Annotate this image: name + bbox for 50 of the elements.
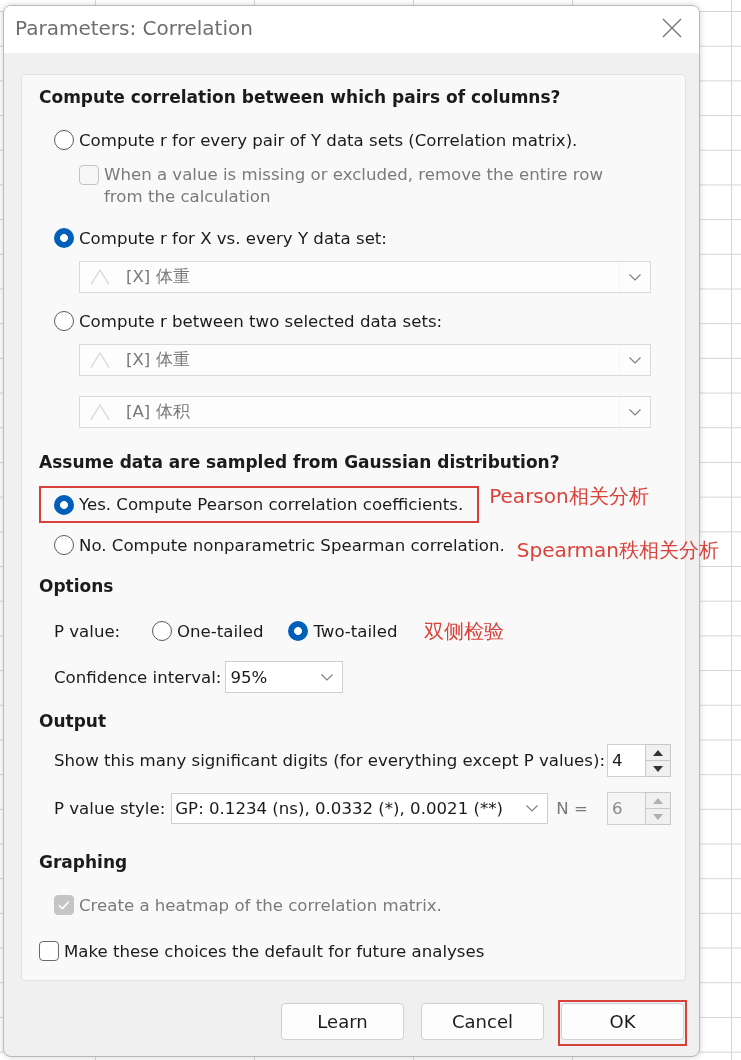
radio-label[interactable]: One-tailed xyxy=(177,621,264,641)
radio-label[interactable]: Compute r for every pair of Y data sets (Correlation matrix). xyxy=(79,130,578,150)
section-heading: Graphing xyxy=(39,851,129,874)
chevron-down-icon xyxy=(629,273,641,281)
annotation-text: 双侧检验 xyxy=(424,619,505,643)
dropdown[interactable]: 95% xyxy=(225,661,344,693)
close-button[interactable] xyxy=(662,18,682,38)
spin-down-button[interactable] xyxy=(645,761,671,777)
section-heading: Assume data are sampled from Gaussian distribution? xyxy=(39,451,561,474)
field-label: P value style: xyxy=(54,799,166,818)
window-title: Parameters: Correlation xyxy=(15,16,253,40)
radio-label[interactable]: Compute r for X vs. every Y data set: xyxy=(79,228,387,248)
radio-button[interactable] xyxy=(152,621,172,641)
radio-label[interactable]: Two-tailed xyxy=(313,621,398,641)
radio-label[interactable]: Yes. Compute Pearson correlation coefficients. xyxy=(79,495,464,514)
annotation-text: Spearman秩相关分析 xyxy=(516,538,719,562)
caret-up-icon xyxy=(653,797,663,804)
caret-up-icon xyxy=(653,749,663,756)
chevron-down-icon xyxy=(629,408,641,416)
checkbox-label[interactable]: Make these choices the default for future analyses xyxy=(64,941,485,961)
field-label: Confidence interval: xyxy=(54,667,222,687)
dialog-button[interactable]: Cancel xyxy=(421,1003,544,1040)
section-heading: Compute correlation between which pairs of columns? xyxy=(39,86,562,109)
radio-button[interactable] xyxy=(54,494,74,515)
radio-button[interactable] xyxy=(54,228,74,248)
chevron-down-icon xyxy=(321,673,334,681)
field-label: P value: xyxy=(54,621,122,641)
dialog-button[interactable]: Learn xyxy=(281,1003,404,1040)
annotation-text: Pearson相关分析 xyxy=(489,484,649,508)
radio-button[interactable] xyxy=(54,311,74,331)
chevron-down-icon xyxy=(526,805,539,812)
spin-up-button[interactable] xyxy=(645,744,671,761)
checkbox[interactable] xyxy=(39,941,59,961)
section-heading: Output xyxy=(39,710,108,733)
radio-button[interactable] xyxy=(54,130,74,150)
radio-label[interactable]: No. Compute nonparametric Spearman correlation. xyxy=(79,535,505,555)
radio-button[interactable] xyxy=(54,535,74,555)
field-label: N = xyxy=(556,799,588,818)
field-label: Show this many significant digits (for everything except P values): xyxy=(54,751,606,770)
dropdown[interactable]: GP: 0.1234 (ns), 0.0332 (*), 0.0021 (**) xyxy=(171,793,549,824)
number-field[interactable]: 4 xyxy=(607,744,645,777)
caret-down-icon xyxy=(653,765,663,772)
close-icon xyxy=(662,18,682,38)
dialog-button[interactable]: OK xyxy=(561,1003,684,1040)
checkmark-icon xyxy=(58,900,70,910)
radio-label[interactable]: Compute r between two selected data sets: xyxy=(79,311,443,331)
chevron-down-icon xyxy=(629,356,641,364)
caret-down-icon xyxy=(653,813,663,820)
radio-button[interactable] xyxy=(288,621,309,641)
section-heading: Options xyxy=(39,575,115,598)
